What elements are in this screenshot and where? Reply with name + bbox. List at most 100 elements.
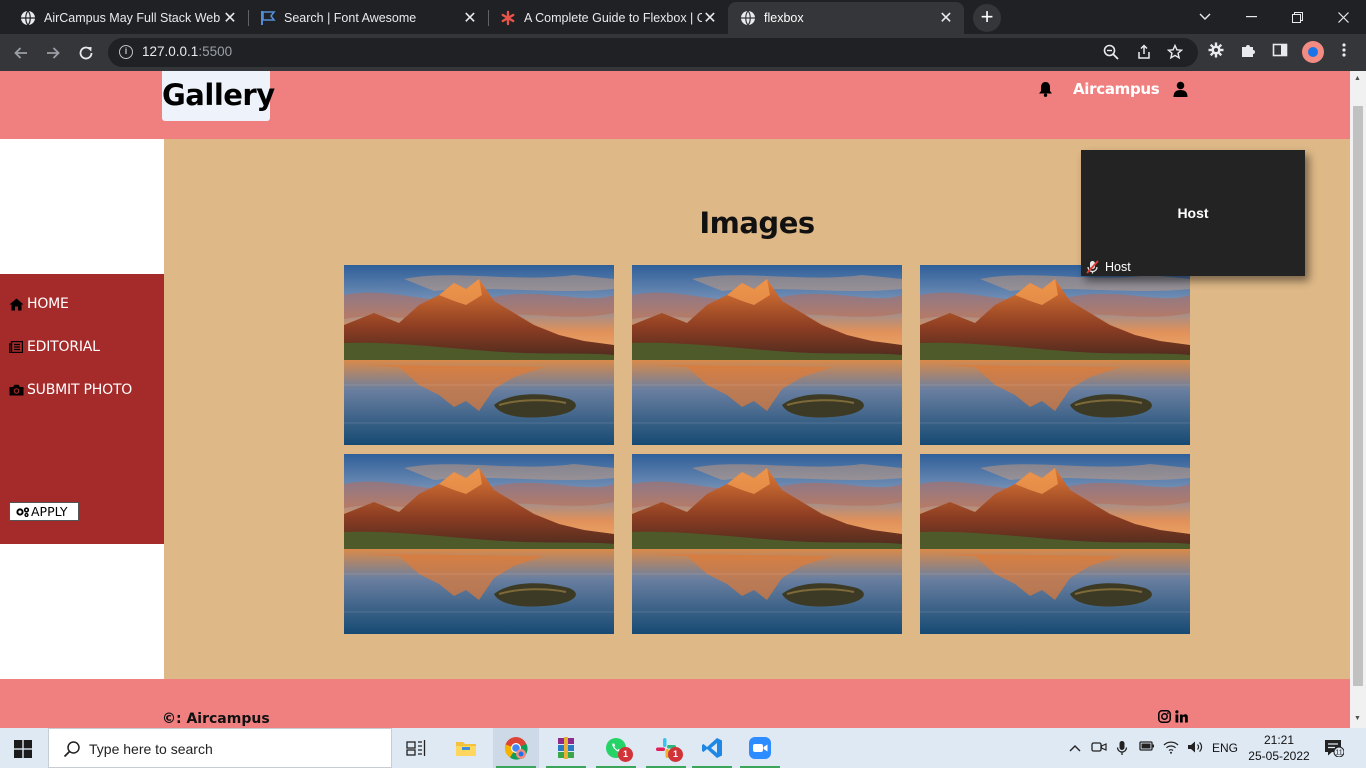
host-name-label: Host xyxy=(1086,260,1131,274)
gallery-image[interactable] xyxy=(632,265,902,445)
page-viewport: Gallery Aircampus HOME EDITORIAL SUBMIT … xyxy=(0,71,1350,728)
wifi-icon[interactable] xyxy=(1163,740,1179,756)
host-video-panel[interactable]: Host Host xyxy=(1081,150,1305,276)
file-explorer-icon[interactable] xyxy=(443,728,489,768)
host-label-text: Host xyxy=(1105,260,1131,274)
windows-start-icon[interactable] xyxy=(14,740,32,758)
url-host: 127.0.0.1 xyxy=(142,44,199,59)
gallery-image[interactable] xyxy=(632,454,902,634)
battery-icon[interactable] xyxy=(1139,740,1155,756)
new-tab-button[interactable]: + xyxy=(973,4,1001,32)
sidebar-item-submit-photo[interactable]: SUBMIT PHOTO xyxy=(9,382,132,398)
gears-icon xyxy=(16,506,30,517)
tab-title: Search | Font Awesome xyxy=(284,11,417,25)
windows-taskbar: Type here to search 1 1 ENG 21:21 25-05-… xyxy=(0,728,1366,768)
globe-icon xyxy=(20,10,36,26)
slack-badge: 1 xyxy=(668,747,683,762)
reload-icon[interactable] xyxy=(73,40,99,66)
bell-icon[interactable] xyxy=(1038,81,1054,97)
close-tab-icon[interactable]: ✕ xyxy=(222,8,238,28)
site-info-icon[interactable]: i xyxy=(119,45,133,59)
apply-button[interactable]: APPLY xyxy=(9,502,79,521)
profile-avatar[interactable] xyxy=(1302,41,1324,63)
minimize-icon[interactable] xyxy=(1228,0,1274,34)
input-language[interactable]: ENG xyxy=(1212,741,1238,755)
home-icon xyxy=(9,297,24,311)
speaker-icon[interactable] xyxy=(1187,740,1203,756)
side-panel-icon[interactable] xyxy=(1270,42,1290,62)
tab-title: flexbox xyxy=(764,11,804,25)
linkedin-icon[interactable] xyxy=(1175,710,1189,724)
zoom-icon[interactable] xyxy=(1102,44,1120,62)
mountain-lake-photo xyxy=(632,265,902,445)
extension-gear-icon[interactable] xyxy=(1206,42,1226,62)
gallery-image[interactable] xyxy=(344,265,614,445)
sidebar-item-home[interactable]: HOME xyxy=(9,296,69,312)
host-panel-title: Host xyxy=(1177,205,1209,221)
bookmark-star-icon[interactable] xyxy=(1166,43,1184,62)
vscode-icon[interactable] xyxy=(689,728,735,768)
whatsapp-badge: 1 xyxy=(618,747,633,762)
tab-flexbox[interactable]: flexbox ✕ xyxy=(728,2,964,34)
notification-center-icon[interactable]: 11 xyxy=(1324,739,1345,758)
gallery-image[interactable] xyxy=(920,454,1190,634)
task-view-icon[interactable] xyxy=(393,728,439,768)
zoom-app-icon[interactable] xyxy=(737,728,783,768)
gallery-image[interactable] xyxy=(920,265,1190,445)
clock-time: 21:21 xyxy=(1263,733,1295,747)
tab-flexbox-guide[interactable]: A Complete Guide to Flexbox | C ✕ xyxy=(488,2,728,34)
newspaper-icon xyxy=(9,340,24,354)
globe-icon xyxy=(740,10,756,26)
restore-icon[interactable] xyxy=(1274,0,1320,34)
clock-date: 25-05-2022 xyxy=(1248,749,1310,763)
browser-tab-strip: AirCampus May Full Stack Web D ✕ Search … xyxy=(0,0,1366,34)
user-icon[interactable] xyxy=(1173,81,1189,97)
notification-count: 11 xyxy=(1335,750,1342,757)
tab-title: AirCampus May Full Stack Web D xyxy=(44,11,222,25)
tab-aircampus[interactable]: AirCampus May Full Stack Web D ✕ xyxy=(8,2,248,34)
taskbar-search-input[interactable]: Type here to search xyxy=(48,728,392,768)
forward-icon[interactable] xyxy=(40,40,66,66)
close-window-icon[interactable] xyxy=(1320,0,1366,34)
chrome-icon[interactable] xyxy=(493,728,539,768)
page-scrollbar[interactable]: ▲ ▼ xyxy=(1350,71,1366,728)
instagram-icon[interactable] xyxy=(1158,710,1172,724)
close-tab-icon[interactable]: ✕ xyxy=(702,8,718,28)
search-placeholder: Type here to search xyxy=(89,741,213,757)
extensions-puzzle-icon[interactable] xyxy=(1238,42,1258,62)
meet-now-icon[interactable] xyxy=(1091,740,1107,756)
sidebar-item-label: SUBMIT PHOTO xyxy=(27,382,133,398)
url-port: :5500 xyxy=(198,44,233,59)
back-icon[interactable] xyxy=(8,40,34,66)
address-bar[interactable]: i 127.0.0.1:5500 xyxy=(108,38,1198,67)
share-icon[interactable] xyxy=(1135,44,1153,62)
main-content: Images Host Host xyxy=(164,139,1350,679)
tab-title: A Complete Guide to Flexbox | C xyxy=(524,11,702,25)
close-tab-icon[interactable]: ✕ xyxy=(938,8,954,28)
muted-mic-icon xyxy=(1086,260,1100,274)
apply-button-label: APPLY xyxy=(31,504,68,519)
copyright-text: ©: Aircampus xyxy=(162,711,270,727)
scrollbar-thumb[interactable] xyxy=(1353,106,1363,686)
tab-search-chevron-icon[interactable] xyxy=(1182,0,1228,34)
browser-toolbar: i 127.0.0.1:5500 xyxy=(0,34,1366,71)
address-url: 127.0.0.1:5500 xyxy=(142,44,232,59)
taskbar-clock[interactable]: 21:21 25-05-2022 xyxy=(1248,732,1310,764)
site-logo[interactable]: Gallery xyxy=(162,71,275,121)
menu-kebab-icon[interactable] xyxy=(1334,42,1354,62)
scroll-down-icon[interactable]: ▼ xyxy=(1354,715,1361,722)
scroll-up-icon[interactable]: ▲ xyxy=(1354,75,1361,82)
sidebar-nav: HOME EDITORIAL SUBMIT PHOTO APPLY xyxy=(0,274,164,544)
show-hidden-icons-chevron-icon[interactable] xyxy=(1067,740,1083,756)
winrar-icon[interactable] xyxy=(543,728,589,768)
sidebar-item-editorial[interactable]: EDITORIAL xyxy=(9,339,100,355)
mountain-lake-photo xyxy=(920,265,1190,445)
whatsapp-icon[interactable]: 1 xyxy=(593,728,639,768)
microphone-icon[interactable] xyxy=(1114,740,1130,756)
brand-name[interactable]: Aircampus xyxy=(1073,80,1160,98)
gallery-image[interactable] xyxy=(344,454,614,634)
slack-icon[interactable]: 1 xyxy=(643,728,689,768)
tab-font-awesome[interactable]: Search | Font Awesome ✕ xyxy=(248,2,488,34)
close-tab-icon[interactable]: ✕ xyxy=(462,8,478,28)
search-icon xyxy=(63,740,81,758)
